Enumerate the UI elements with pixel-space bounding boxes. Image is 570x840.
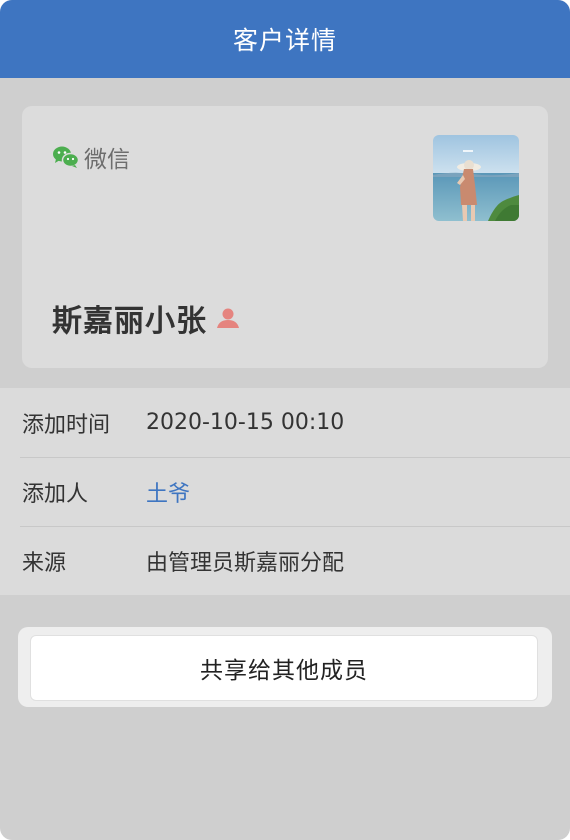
share-section: 共享给其他成员 — [18, 627, 552, 707]
customer-avatar[interactable] — [433, 135, 519, 221]
page-title: 客户详情 — [232, 26, 337, 55]
customer-name-row: 斯嘉丽小张 — [52, 296, 241, 340]
customer-detail-screen: 客户详情 微信 斯嘉丽小张 添加时间 2020-10-15 00:10 添加人 … — [0, 0, 570, 840]
added-by-link[interactable]: 土爷 — [146, 476, 190, 508]
platform-label: 微信 — [84, 147, 130, 173]
customer-name: 斯嘉丽小张 — [52, 304, 207, 339]
avatar-image — [433, 135, 519, 221]
platform-badge: 微信 — [52, 140, 130, 174]
customer-card: 微信 斯嘉丽小张 — [22, 106, 548, 368]
add-time-value: 2020-10-15 00:10 — [146, 410, 345, 435]
source-value: 由管理员斯嘉丽分配 — [146, 550, 345, 576]
info-row-added-by: 添加人 土爷 — [0, 457, 570, 526]
info-row-add-time: 添加时间 2020-10-15 00:10 — [0, 388, 570, 457]
share-to-members-button[interactable]: 共享给其他成员 — [30, 635, 538, 701]
add-time-label: 添加时间 — [22, 412, 111, 438]
added-by-label: 添加人 — [22, 481, 89, 507]
source-label: 来源 — [22, 550, 67, 576]
person-icon — [217, 308, 239, 328]
header-bar: 客户详情 — [0, 0, 570, 78]
wechat-icon — [53, 146, 80, 168]
customer-info-list: 添加时间 2020-10-15 00:10 添加人 土爷 来源 由管理员斯嘉丽分… — [0, 388, 570, 595]
info-row-source: 来源 由管理员斯嘉丽分配 — [0, 526, 570, 595]
